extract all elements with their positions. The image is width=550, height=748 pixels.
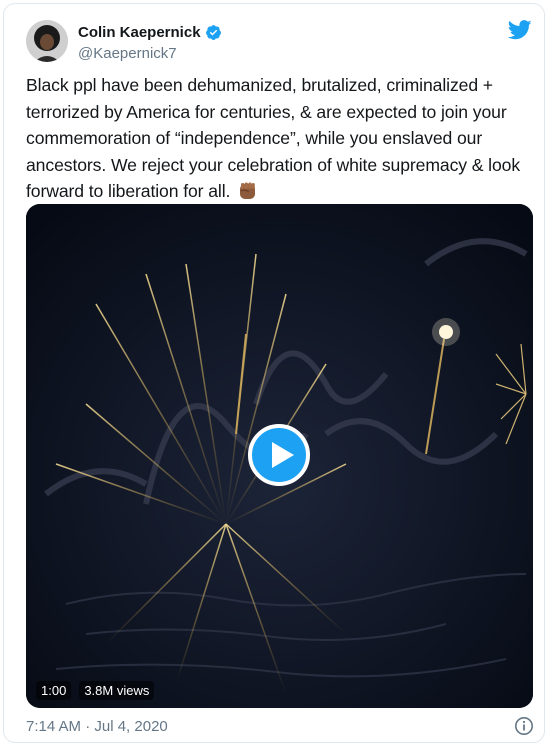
display-name-row: Colin Kaepernick — [78, 22, 222, 42]
avatar-image — [26, 20, 68, 62]
twitter-bird-icon[interactable] — [508, 20, 532, 40]
tweet-card: Colin Kaepernick @Kaepernick7 Black ppl … — [3, 3, 545, 743]
tweet-body: Black ppl have been dehumanized, brutali… — [26, 75, 521, 201]
video-duration: 1:00 — [36, 681, 72, 700]
handle[interactable]: @Kaepernick7 — [78, 45, 222, 62]
video-views: 3.8M views — [79, 681, 155, 700]
avatar[interactable] — [26, 20, 68, 62]
display-name[interactable]: Colin Kaepernick — [78, 24, 201, 41]
author-names: Colin Kaepernick @Kaepernick7 — [78, 22, 222, 62]
video-meta: 1:00 3.8M views — [36, 681, 155, 700]
play-icon[interactable] — [248, 424, 310, 486]
timestamp[interactable]: 7:14 AM · Jul 4, 2020 — [26, 718, 168, 735]
info-icon[interactable] — [514, 716, 534, 736]
verified-badge-icon — [205, 24, 221, 40]
video-player[interactable]: 1:00 3.8M views — [26, 204, 533, 708]
raised-fist-icon — [240, 182, 256, 199]
tweet-text: Black ppl have been dehumanized, brutali… — [26, 72, 531, 205]
tweet-header: Colin Kaepernick @Kaepernick7 — [22, 18, 532, 68]
tweet-footer: 7:14 AM · Jul 4, 2020 — [26, 716, 536, 738]
